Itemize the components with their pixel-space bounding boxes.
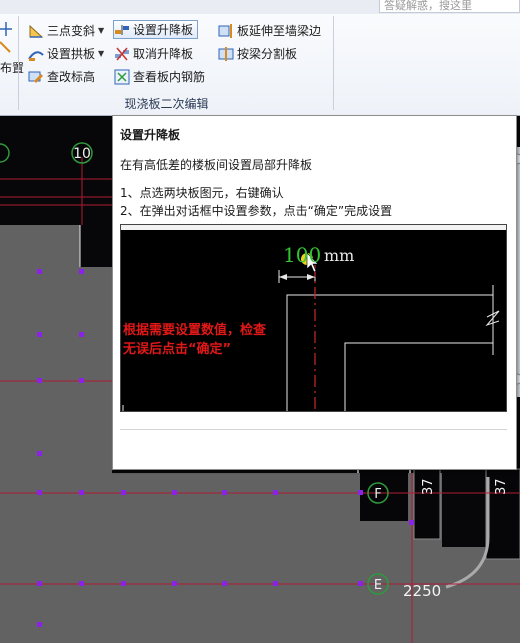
raise-lower-slab-icon (114, 22, 130, 38)
tooltip-preview-image: 100 mm 根据需要设置数值，检查无误后点击“确定” (120, 224, 507, 412)
set-raise-lower-slab-label: 设置升降板 (133, 23, 194, 37)
chevron-down-icon[interactable]: ▼ (98, 49, 104, 58)
chevron-down-icon[interactable]: ▼ (98, 26, 104, 35)
three-point-slope-button[interactable]: 三点变斜 ▼ (28, 21, 104, 40)
three-point-slope-label: 三点变斜 (47, 24, 96, 38)
cancel-raise-lower-slab-button[interactable]: 取消升降板 (114, 44, 193, 63)
layout-slab-icon[interactable] (0, 20, 12, 54)
help-search-input[interactable]: 答疑解惑，搜这里 (379, 0, 520, 13)
axis-label-e: E (374, 578, 382, 593)
tooltip-description: 在有高低差的楼板间设置局部升降板 (120, 158, 313, 172)
preview-value-text: 100 (283, 243, 322, 267)
slab-extend-button[interactable]: 板延伸至墙梁边 (218, 21, 321, 40)
tooltip-title: 设置升降板 (120, 128, 181, 142)
dimension-2250: 2250 (403, 582, 441, 600)
command-tooltip: 设置升降板 在有高低差的楼板间设置局部升降板 1、点选两块板图元，右键确认 2、… (112, 115, 517, 470)
tooltip-step-2: 2、在弹出对话框中设置参数，点击“确定”完成设置 (120, 204, 393, 218)
view-slab-rebar-label: 查看板内钢筋 (133, 70, 206, 84)
slab-rebar-icon (114, 69, 130, 85)
slab-region (440, 547, 520, 643)
slab-region (0, 225, 112, 643)
split-by-beam-button[interactable]: 按梁分割板 (218, 44, 297, 63)
set-arch-slab-button[interactable]: 设置拱板 ▼ (28, 44, 104, 63)
tooltip-divider (120, 429, 507, 430)
slab-extend-label: 板延伸至墙梁边 (237, 24, 322, 38)
arch-slab-icon (28, 46, 44, 62)
split-by-beam-label: 按梁分割板 (237, 47, 298, 61)
cancel-raise-lower-icon (114, 46, 130, 62)
check-elevation-button[interactable]: 查改标高 (28, 67, 95, 86)
slope-triangle-icon (28, 23, 44, 39)
set-raise-lower-slab-button[interactable]: 设置升降板 (113, 20, 199, 39)
preview-unit-text: mm (324, 246, 355, 265)
elevation-edit-icon (28, 69, 44, 85)
extend-to-edge-icon (218, 23, 234, 39)
ribbon-group-label: 现浇板二次编辑 (124, 97, 209, 111)
axis-label-10: 10 (73, 146, 91, 162)
tooltip-step-1: 1、点选两块板图元，右键确认 (120, 186, 284, 200)
axis-label-f: F (374, 487, 381, 502)
set-arch-slab-label: 设置拱板 (47, 47, 96, 61)
layout-button-label[interactable]: 布置 (0, 59, 24, 76)
side-dimension-1: 37 (421, 478, 436, 495)
ribbon-toolbar: 答疑解惑，搜这里 布置 三点变斜 ▼ 设置拱板 ▼ 查改标高 设置升降板 取消升… (0, 0, 520, 116)
group-separator (333, 16, 334, 110)
axis-bubble-partial (0, 143, 10, 163)
check-elevation-label: 查改标高 (47, 70, 96, 84)
side-dimension-2: 37 (494, 478, 509, 495)
view-slab-rebar-button[interactable]: 查看板内钢筋 (114, 67, 205, 86)
cancel-raise-lower-slab-label: 取消升降板 (133, 47, 194, 61)
split-slab-icon (218, 46, 234, 62)
preview-hint-text: 根据需要设置数值，检查无误后点击“确定” (123, 323, 267, 357)
